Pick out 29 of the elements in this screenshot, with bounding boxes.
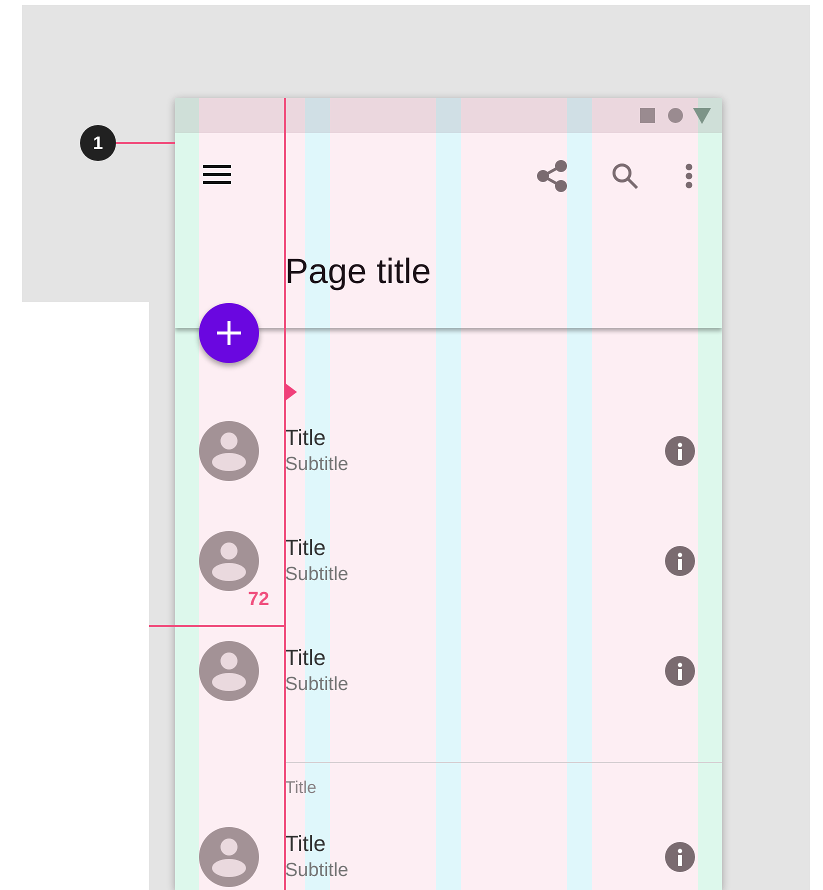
share-icon[interactable] — [537, 160, 567, 192]
item-subtitle: Subtitle — [285, 672, 348, 697]
info-icon[interactable] — [665, 656, 695, 686]
circle-icon — [668, 108, 683, 123]
subheader: Title — [285, 778, 316, 797]
search-icon[interactable] — [611, 162, 639, 190]
square-icon — [640, 108, 655, 123]
more-icon[interactable] — [684, 163, 694, 189]
info-icon[interactable] — [665, 436, 695, 466]
menu-icon[interactable] — [203, 165, 231, 185]
avatar-icon — [199, 421, 259, 481]
avatar-icon — [199, 641, 259, 701]
add-icon — [217, 321, 241, 345]
measure-label: 72 — [248, 588, 270, 612]
info-icon[interactable] — [665, 842, 695, 872]
page-title: Page title — [285, 251, 431, 293]
leader-line — [116, 142, 175, 144]
info-icon[interactable] — [665, 546, 695, 576]
item-title: Title — [285, 424, 326, 452]
triangle-icon — [693, 108, 711, 124]
item-title: Title — [285, 644, 326, 672]
item-title: Title — [285, 830, 326, 858]
item-subtitle: Subtitle — [285, 452, 348, 477]
avatar-icon — [199, 827, 259, 887]
callout-badge: 1 — [80, 125, 116, 161]
avatar-icon — [199, 531, 259, 591]
item-subtitle: Subtitle — [285, 562, 348, 587]
item-subtitle: Subtitle — [285, 858, 348, 883]
item-title: Title — [285, 534, 326, 562]
